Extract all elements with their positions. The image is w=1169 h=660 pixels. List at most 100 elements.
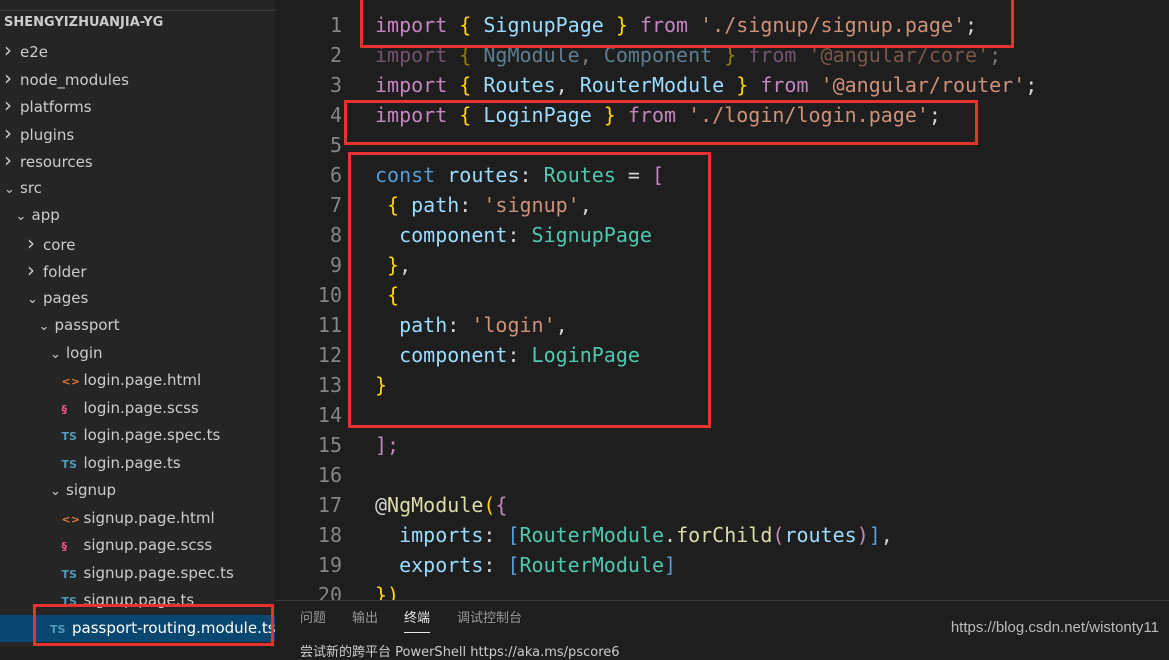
code-token: , — [579, 193, 592, 217]
code-token: from — [627, 103, 677, 127]
code-token: LoginPage — [531, 343, 640, 367]
code-token: import — [375, 43, 448, 67]
line-number: 3 — [329, 73, 342, 97]
folder-item[interactable]: ⌄ login — [0, 340, 275, 367]
code-line[interactable]: 18 imports: [RouterModule.forChild(route… — [275, 520, 1169, 550]
folder-item[interactable]: › core — [0, 230, 275, 257]
terminal-output[interactable]: 尝试新的跨平台 PowerShell https://aka.ms/pscore… — [300, 641, 620, 660]
code-line[interactable]: 8 component: SignupPage — [275, 220, 1169, 250]
chevron-down-icon: ⌄ — [50, 484, 61, 499]
code-line[interactable]: 10 { — [275, 280, 1169, 310]
code-token: : — [519, 163, 544, 187]
file-item[interactable]: TS passport-routing.module.ts — [0, 614, 275, 642]
line-number: 7 — [329, 193, 342, 217]
folder-item[interactable]: ⌄ passport — [0, 312, 275, 339]
code-token: [ — [651, 163, 665, 187]
line-number: 14 — [317, 403, 342, 427]
code-line[interactable]: 4 import { LoginPage } from './login/logi… — [275, 100, 1169, 130]
line-number: 5 — [329, 133, 342, 157]
tab-debug-console[interactable]: 调试控制台 — [457, 607, 522, 626]
code-line[interactable]: 11 path: 'login', — [275, 310, 1169, 340]
code-token: @ — [375, 493, 388, 517]
line-number: 9 — [329, 253, 342, 277]
code-editor[interactable]: 1 import { SignupPage } from './signup/si… — [275, 0, 1169, 600]
file-item[interactable]: TS signup.page.spec.ts — [0, 560, 275, 587]
code-line[interactable]: 12 component: LoginPage — [275, 340, 1169, 370]
code-token: ] — [664, 553, 677, 577]
code-line[interactable]: 14 — [275, 400, 1169, 430]
code-token: SignupPage — [483, 13, 604, 37]
code-line[interactable]: 16 — [275, 460, 1169, 490]
folder-item[interactable]: ⌄ signup — [0, 477, 275, 504]
tab-output[interactable]: 输出 — [352, 607, 378, 626]
code-line[interactable]: 9 }, — [275, 250, 1169, 280]
code-token: component — [375, 343, 508, 367]
html-file-icon: <> — [61, 375, 80, 388]
chevron-right-icon: › — [4, 120, 12, 145]
code-token: ; — [989, 43, 1002, 67]
code-line[interactable]: 3 import { Routes, RouterModule } from '@… — [275, 70, 1169, 100]
folder-item[interactable]: › node_modules — [0, 65, 275, 92]
code-line[interactable]: 15]; — [275, 430, 1169, 460]
code-token: }) — [375, 583, 400, 600]
file-item[interactable]: TS signup.page.ts — [0, 587, 275, 614]
code-token: , — [579, 43, 604, 67]
code-line[interactable]: 6 const routes: Routes = [ — [275, 160, 1169, 190]
code-token: } — [603, 13, 640, 37]
file-item[interactable]: <> signup.page.html — [0, 505, 275, 532]
chevron-right-icon: › — [4, 93, 12, 117]
code-token: component — [375, 223, 508, 247]
code-line[interactable]: 2 import { NgModule, Component } from '@a… — [275, 40, 1169, 70]
tab-terminal[interactable]: 终端 — [404, 607, 431, 633]
ts-file-icon: TS — [61, 567, 77, 581]
code-line[interactable]: 20}) — [275, 580, 1169, 600]
code-token: } — [375, 373, 388, 397]
code-line[interactable]: 7 { path: 'signup', — [275, 190, 1169, 220]
file-item[interactable]: § login.page.scss — [0, 395, 275, 422]
folder-item[interactable]: › platforms — [0, 92, 275, 119]
code-line[interactable]: 5 — [275, 130, 1169, 160]
tree-item-label: passport-routing.module.ts — [72, 618, 275, 637]
code-line[interactable]: 19 exports: [RouterModule] — [275, 550, 1169, 580]
code-line[interactable]: 13} — [275, 370, 1169, 400]
explorer-sidebar: SHENGYIZHUANJIA-YG › e2e › node_modules › pla… — [0, 0, 275, 647]
code-token: { — [447, 103, 484, 127]
chevron-down-icon: ⌄ — [27, 291, 38, 307]
code-token: } — [724, 73, 761, 97]
file-item[interactable]: TS login.page.ts — [0, 450, 275, 477]
tree-item-label: signup.page.ts — [83, 591, 195, 609]
ts-file-icon: TS — [61, 430, 77, 443]
code-token: , — [399, 253, 412, 277]
code-token: , — [555, 313, 568, 337]
folder-item[interactable]: ⌄ app — [0, 202, 275, 229]
folder-item[interactable]: › e2e — [0, 37, 275, 64]
file-item[interactable]: TS login.page.spec.ts — [0, 422, 275, 449]
tree-item-label: login.page.html — [83, 371, 202, 389]
folder-item[interactable]: › resources — [0, 147, 275, 174]
code-token: '@angular/router' — [820, 73, 1026, 97]
code-line[interactable]: 17 @NgModule({ — [275, 490, 1169, 520]
tree-item-label: src — [20, 178, 42, 197]
code-token: : — [459, 193, 484, 217]
code-token: ( — [772, 523, 785, 547]
project-title[interactable]: SHENGYIZHUANJIA-YG — [4, 15, 163, 30]
code-token: RouterModule — [579, 73, 725, 97]
code-line[interactable]: 1 import { SignupPage } from './signup/si… — [275, 10, 1169, 40]
tree-item-label: login.page.ts — [83, 453, 181, 472]
folder-item[interactable]: ⌄ src — [0, 175, 275, 202]
ts-file-icon: TS — [61, 457, 77, 471]
chevron-down-icon: ⌄ — [50, 346, 61, 362]
code-token: '@angular/core' — [808, 43, 990, 67]
tab-problems[interactable]: 问题 — [300, 607, 326, 626]
chevron-right-icon: › — [4, 38, 12, 62]
tree-item-label: resources — [20, 153, 93, 171]
file-item[interactable]: § signup.page.scss — [0, 532, 275, 559]
folder-item[interactable]: › plugins — [0, 120, 275, 147]
file-item[interactable]: <> login.page.html — [0, 367, 275, 394]
code-token: ; — [928, 103, 941, 127]
folder-item[interactable]: › folder — [0, 257, 275, 284]
folder-item[interactable]: ⌄ pages — [0, 285, 275, 312]
tree-item-label: pages — [43, 288, 89, 307]
